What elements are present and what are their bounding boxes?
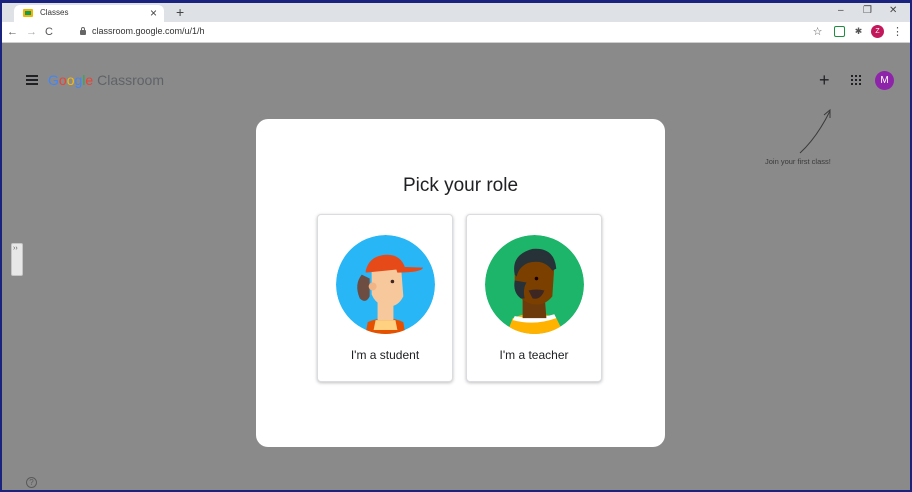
- url-text: classroom.google.com/u/1/h: [92, 26, 205, 36]
- pick-role-dialog: Pick your role I'm a student I'm a teach…: [256, 119, 665, 447]
- teacher-role-card[interactable]: I'm a teacher: [466, 214, 602, 382]
- lock-icon: [80, 27, 86, 35]
- dialog-title: Pick your role: [402, 175, 519, 196]
- new-tab-button[interactable]: +: [176, 4, 184, 20]
- omnibox[interactable]: classroom.google.com/u/1/h: [76, 24, 806, 40]
- join-class-hint: Join your first class!: [765, 157, 831, 166]
- app-bar: Google Classroom + M: [0, 65, 912, 97]
- teacher-illustration-icon: [485, 235, 584, 334]
- classroom-favicon-icon: [23, 9, 33, 17]
- extension-sheets-icon[interactable]: [834, 26, 845, 37]
- teacher-role-label: I'm a teacher: [499, 348, 569, 362]
- student-role-card[interactable]: I'm a student: [317, 214, 453, 382]
- create-join-class-button[interactable]: +: [819, 70, 830, 90]
- tab-close-icon[interactable]: ×: [150, 5, 157, 21]
- tab-classes[interactable]: Classes ×: [14, 5, 164, 22]
- hint-arrow-icon: [799, 108, 831, 154]
- student-illustration-icon: [336, 235, 435, 334]
- tab-strip: Classes × + – ❐ ✕: [0, 0, 912, 22]
- help-icon[interactable]: ?: [26, 477, 37, 488]
- profile-avatar[interactable]: Z: [871, 25, 884, 38]
- google-classroom-logo[interactable]: Google Classroom: [48, 72, 164, 88]
- google-apps-icon[interactable]: [851, 75, 863, 87]
- account-avatar[interactable]: M: [875, 71, 894, 90]
- back-button[interactable]: ←: [7, 25, 18, 39]
- reload-button[interactable]: C: [45, 25, 53, 39]
- address-bar: ← → C classroom.google.com/u/1/h ☆ ✱ Z ⋮: [0, 22, 912, 43]
- restore-button[interactable]: ❐: [863, 4, 872, 18]
- bookmark-star-icon[interactable]: ☆: [811, 25, 824, 38]
- close-window-button[interactable]: ✕: [889, 4, 897, 18]
- browser-menu-icon[interactable]: ⋮: [891, 25, 904, 38]
- forward-button[interactable]: →: [26, 25, 37, 39]
- main-menu-icon[interactable]: [26, 75, 38, 85]
- logo-classroom-text: Classroom: [97, 72, 164, 88]
- side-panel-toggle[interactable]: [11, 243, 23, 276]
- minimize-button[interactable]: –: [838, 4, 844, 18]
- extensions-puzzle-icon[interactable]: ✱: [852, 25, 865, 38]
- student-role-label: I'm a student: [350, 348, 420, 362]
- tab-title: Classes: [40, 8, 69, 17]
